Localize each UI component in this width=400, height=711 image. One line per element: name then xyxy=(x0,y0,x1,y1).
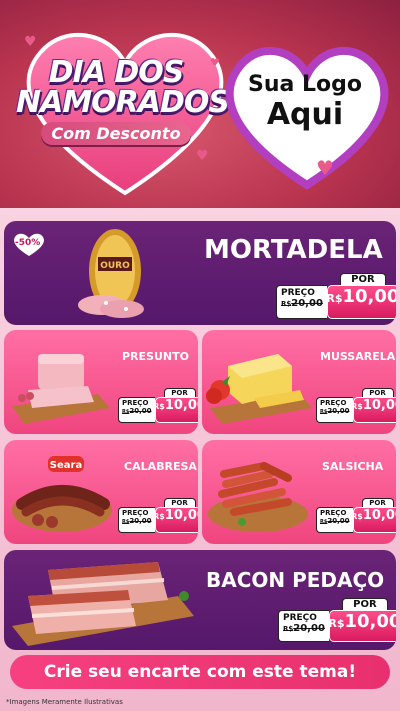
product-name: MORTADELA xyxy=(204,235,383,265)
product-card-calabresa: Seara CALABRESA PREÇO R$20,00 POR R$ 10,… xyxy=(4,440,198,544)
mortadela-image: OURO xyxy=(78,229,144,318)
new-price: R$ 10,00 xyxy=(153,507,198,533)
small-heart-icon: ♥ xyxy=(196,148,209,164)
product-name: MUSSARELA xyxy=(320,350,396,363)
product-name: CALABRESA xyxy=(124,460,197,473)
new-price: R$ 10,00 xyxy=(351,507,396,533)
old-price-box: PREÇO R$20,00 xyxy=(118,397,155,423)
product-name: PRESUNTO xyxy=(122,350,189,363)
presunto-image xyxy=(12,354,110,424)
salsicha-image xyxy=(208,462,308,532)
logo-placeholder: Sua Logo Aqui xyxy=(240,72,370,132)
logo-line-2: Aqui xyxy=(266,97,344,132)
product-name: BACON PEDAÇO xyxy=(206,568,385,592)
new-price: R$ 10,00 xyxy=(351,397,396,423)
price-tag: PREÇO R$20,00 POR R$ 10,00 xyxy=(276,273,396,319)
title-line-2: NAMORADOS xyxy=(16,85,230,120)
por-label: POR xyxy=(361,388,394,397)
calabresa-image: Seara xyxy=(12,456,112,532)
new-price: R$ 10,00 xyxy=(153,397,198,423)
mussarela-image xyxy=(206,354,312,424)
por-label: POR xyxy=(341,598,388,610)
small-heart-icon: ♥ xyxy=(24,34,37,50)
new-price: R$ 10,00 xyxy=(326,285,396,319)
product-card-salsicha: SALSICHA PREÇO R$20,00 POR R$ 10,00 xyxy=(202,440,396,544)
product-card-bacon: BACON PEDAÇO PREÇO R$20,00 POR R$ 10,00 xyxy=(4,550,396,650)
price-tag: PREÇO R$20,00 POR R$ 10,00 xyxy=(316,388,396,423)
por-label: POR xyxy=(339,273,386,285)
title-subtitle: Com Desconto xyxy=(41,122,191,145)
seara-logo-text: Seara xyxy=(50,460,82,471)
por-label: POR xyxy=(163,388,196,397)
bacon-image xyxy=(12,562,194,646)
price-tag: PREÇO R$20,00 POR R$ 10,00 xyxy=(278,598,396,642)
logo-line-1: Sua Logo xyxy=(247,72,362,97)
title-line-1: DIA DOS xyxy=(48,55,185,90)
new-price: R$ 10,00 xyxy=(328,610,396,642)
cta-banner[interactable]: Crie seu encarte com este tema! xyxy=(10,655,390,689)
product-card-presunto: PRESUNTO PREÇO R$20,00 POR R$ 10,00 xyxy=(4,330,198,434)
price-tag: PREÇO R$20,00 POR R$ 10,00 xyxy=(118,388,198,423)
product-card-mortadela: -50% OURO MORTADELA PREÇO R$20,00 POR R$… xyxy=(4,221,396,325)
old-price: R$20,00 xyxy=(281,298,323,309)
preco-label: PREÇO xyxy=(281,288,315,298)
por-label: POR xyxy=(361,498,394,507)
old-price-box: PREÇO R$20,00 xyxy=(276,285,327,319)
small-heart-icon: ♥ xyxy=(210,56,220,69)
product-card-mussarela: MUSSARELA PREÇO R$20,00 POR R$ 10,00 xyxy=(202,330,396,434)
small-heart-icon: ♥ xyxy=(316,156,334,180)
por-label: POR xyxy=(163,498,196,507)
price-tag: PREÇO R$20,00 POR R$ 10,00 xyxy=(118,498,198,533)
product-name: SALSICHA xyxy=(322,460,384,473)
mortadela-brand-label: OURO xyxy=(100,261,130,271)
footnote: *Imagens Meramente Ilustrativas xyxy=(6,698,123,706)
discount-badge-text: -50% xyxy=(15,238,41,248)
new-price-col: POR R$ 10,00 xyxy=(326,273,396,319)
price-tag: PREÇO R$20,00 POR R$ 10,00 xyxy=(316,498,396,533)
event-title: DIA DOS NAMORADOS Com Desconto xyxy=(16,55,230,145)
hero-banner: DIA DOS NAMORADOS Com Desconto ♥ ♥ ♥ Sua… xyxy=(0,0,400,215)
